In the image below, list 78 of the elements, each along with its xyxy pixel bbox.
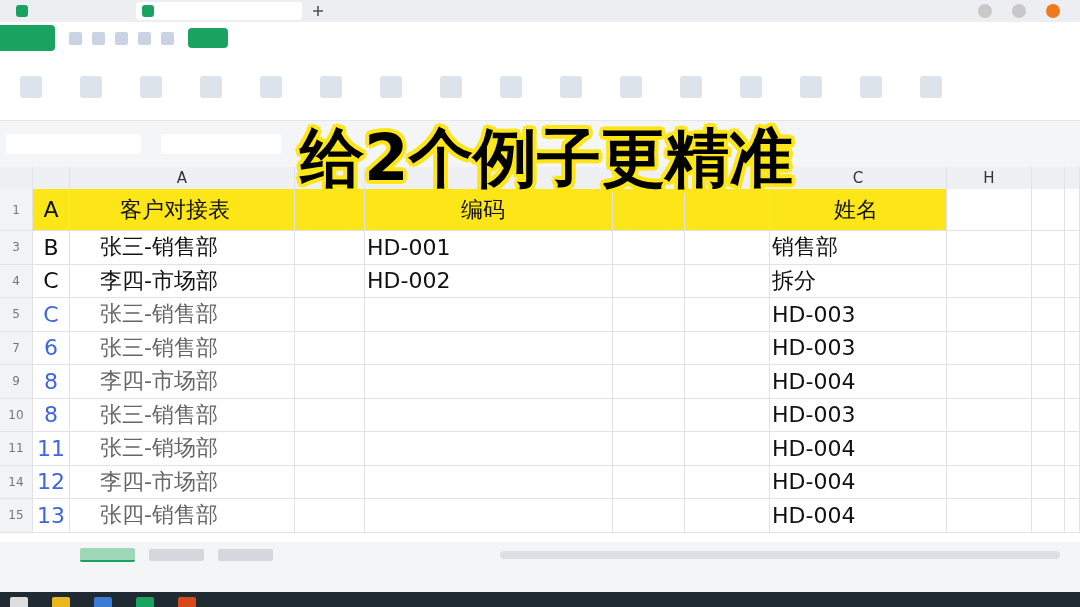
table-cell: HD-002 bbox=[365, 264, 613, 298]
table-cell: C bbox=[33, 264, 70, 298]
table-cell: HD-004 bbox=[770, 499, 947, 533]
ribbon-icon[interactable] bbox=[260, 76, 282, 98]
table-cell: 张三-销售部 bbox=[70, 231, 295, 265]
ribbon-icon[interactable] bbox=[380, 76, 402, 98]
new-tab-icon[interactable] bbox=[312, 5, 324, 17]
table-cell: 张三-销售部 bbox=[70, 298, 295, 332]
table-cell: HD-004 bbox=[770, 432, 947, 466]
table-cell: 编码 bbox=[365, 189, 613, 231]
table-cell: 张四-销售部 bbox=[70, 499, 295, 533]
table-cell: 8 bbox=[33, 365, 70, 399]
ribbon-tab[interactable] bbox=[188, 28, 228, 48]
ribbon-icon[interactable] bbox=[680, 76, 702, 98]
table-cell: 李四-市场部 bbox=[70, 264, 295, 298]
sheet-tab[interactable] bbox=[218, 549, 273, 561]
ribbon-icon[interactable] bbox=[860, 76, 882, 98]
row-number: 7 bbox=[0, 331, 33, 365]
row-number: 11 bbox=[0, 432, 33, 466]
toolbar-icon[interactable] bbox=[138, 31, 151, 45]
table-cell: 姓名 bbox=[770, 189, 947, 231]
table-cell: 8 bbox=[33, 398, 70, 432]
table-cell: HD-004 bbox=[770, 465, 947, 499]
toolbar-icon[interactable] bbox=[69, 31, 82, 45]
table-cell: 拆分 bbox=[770, 264, 947, 298]
ribbon-icon[interactable] bbox=[20, 76, 42, 98]
table-cell: 12 bbox=[33, 465, 70, 499]
table-cell: HD-001 bbox=[365, 231, 613, 265]
toolbar-icon[interactable] bbox=[115, 31, 128, 45]
row-number: 10 bbox=[0, 398, 33, 432]
row-number: 9 bbox=[0, 365, 33, 399]
table-cell: A bbox=[33, 189, 70, 231]
ribbon-icon[interactable] bbox=[140, 76, 162, 98]
menu-button[interactable] bbox=[0, 25, 55, 51]
sheet-tab[interactable] bbox=[80, 548, 135, 562]
table-cell: 张三-销场部 bbox=[70, 432, 295, 466]
table-cell: 6 bbox=[33, 331, 70, 365]
row-number: 3 bbox=[0, 231, 33, 265]
table-cell: 11 bbox=[33, 432, 70, 466]
table-cell: 客户对接表 bbox=[70, 189, 295, 231]
table-cell: 李四-市场部 bbox=[70, 365, 295, 399]
ribbon-icon[interactable] bbox=[560, 76, 582, 98]
taskbar-icon[interactable] bbox=[136, 597, 154, 607]
row-number: 4 bbox=[0, 264, 33, 298]
ribbon-icon[interactable] bbox=[440, 76, 462, 98]
taskbar-icon[interactable] bbox=[94, 597, 112, 607]
ribbon-icon[interactable] bbox=[80, 76, 102, 98]
ribbon-icon[interactable] bbox=[620, 76, 642, 98]
taskbar-icon[interactable] bbox=[178, 597, 196, 607]
table-cell: 销售部 bbox=[770, 231, 947, 265]
row-number: 1 bbox=[0, 189, 33, 231]
ribbon-icon[interactable] bbox=[500, 76, 522, 98]
table-cell: HD-003 bbox=[770, 398, 947, 432]
toolbar-icon[interactable] bbox=[161, 31, 174, 45]
table-cell: HD-004 bbox=[770, 365, 947, 399]
table-cell: C bbox=[33, 298, 70, 332]
table-cell: 张三-销售部 bbox=[70, 398, 295, 432]
ribbon-icon[interactable] bbox=[800, 76, 822, 98]
table-cell: 13 bbox=[33, 499, 70, 533]
avatar-icon[interactable] bbox=[1046, 4, 1060, 18]
ribbon-icon[interactable] bbox=[200, 76, 222, 98]
row-number: 5 bbox=[0, 298, 33, 332]
ribbon-icon[interactable] bbox=[740, 76, 762, 98]
table-cell: B bbox=[33, 231, 70, 265]
table-cell: HD-003 bbox=[770, 298, 947, 332]
row-number: 14 bbox=[0, 465, 33, 499]
table-cell: 李四-市场部 bbox=[70, 465, 295, 499]
table-cell: 张三-销售部 bbox=[70, 331, 295, 365]
sheet-tab[interactable] bbox=[149, 549, 204, 561]
column-header[interactable]: H bbox=[947, 167, 1032, 189]
document-tab[interactable] bbox=[136, 2, 302, 20]
ribbon-icon[interactable] bbox=[920, 76, 942, 98]
taskbar-icon[interactable] bbox=[52, 597, 70, 607]
table-cell: HD-003 bbox=[770, 331, 947, 365]
row-number: 15 bbox=[0, 499, 33, 533]
toolbar-icon[interactable] bbox=[92, 31, 105, 45]
ribbon-icon[interactable] bbox=[320, 76, 342, 98]
taskbar-icon[interactable] bbox=[10, 597, 28, 607]
